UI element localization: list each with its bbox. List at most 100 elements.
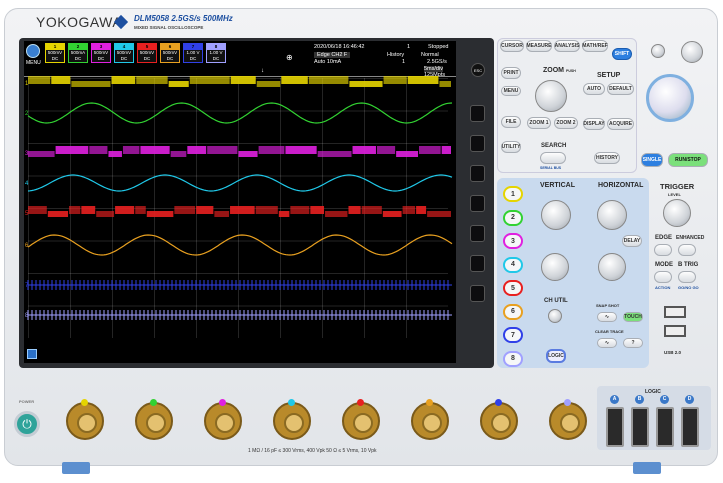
digital-segment [28, 76, 51, 84]
waveform-ch6 [27, 234, 453, 256]
cursor-button[interactable]: CURSOR [500, 40, 524, 52]
run-stop-button[interactable]: RUN/STOP [668, 153, 708, 167]
channel-color-dot-1 [81, 399, 88, 406]
digital-segment [196, 206, 214, 214]
default-button[interactable]: DEFAULT [607, 83, 634, 95]
bnc-input-8[interactable] [549, 402, 587, 440]
digital-segment [407, 76, 439, 84]
single-button[interactable]: SINGLE [641, 153, 663, 167]
horizontal-title: HORIZONTAL [598, 182, 644, 189]
channel-color-dot-3 [219, 399, 226, 406]
power-button[interactable]: ⏻ [14, 411, 40, 437]
digital-segment [214, 211, 230, 217]
digital-segment [310, 206, 325, 214]
channel-color-dot-6 [426, 399, 433, 406]
horizontal-scale-knob[interactable] [597, 200, 627, 230]
setup-label: SETUP [597, 72, 621, 79]
digital-segment [168, 81, 189, 87]
main-jog-knob[interactable] [646, 74, 694, 122]
channel-button-8[interactable]: 8 [503, 350, 523, 367]
bnc-input-1[interactable] [66, 402, 104, 440]
esc-key[interactable]: ESC [471, 63, 485, 77]
touch-icon[interactable] [27, 349, 37, 359]
bnc-input-5[interactable] [342, 402, 380, 440]
brand-logo: YOKOGAWA [36, 14, 123, 30]
trigger-level-knob[interactable] [663, 199, 691, 227]
digital-segment [349, 81, 383, 87]
usb-port-1[interactable] [664, 306, 686, 318]
digital-segment [136, 76, 168, 84]
logic-port-d[interactable] [681, 407, 699, 447]
softkey-2[interactable] [470, 135, 485, 152]
snapshot-button[interactable]: ∿ [597, 312, 617, 322]
digital-segment [348, 206, 361, 214]
vertical-position-knob[interactable] [541, 253, 569, 281]
channel-button-3[interactable]: 3 [503, 233, 523, 249]
btrig-button[interactable] [678, 271, 696, 283]
shift-button[interactable]: SHIFT [612, 48, 632, 60]
softkey-5[interactable] [470, 225, 485, 242]
ch-util-button[interactable] [548, 309, 562, 323]
bnc-input-2[interactable] [135, 402, 173, 440]
channel-button-2[interactable]: 2 [503, 209, 523, 226]
digital-segment [376, 146, 396, 154]
digital-segment [115, 206, 135, 214]
channel-button-6[interactable]: 6 [503, 303, 523, 320]
softkey-1[interactable] [470, 105, 485, 122]
channel-button-4[interactable]: 4 [503, 256, 523, 273]
file-button[interactable]: FILE [501, 116, 521, 128]
usb-port-2[interactable] [664, 325, 686, 337]
zoom2-button[interactable]: ZOOM 2 [554, 117, 578, 129]
softkey-6[interactable] [470, 255, 485, 272]
measure-button[interactable]: MEASURE [526, 40, 552, 52]
logic-port-c[interactable] [656, 407, 674, 447]
digital-segment [111, 76, 136, 84]
softkey-4[interactable] [470, 195, 485, 212]
print-button[interactable]: PRINT [501, 67, 521, 79]
bnc-input-7[interactable] [480, 402, 518, 440]
menu-button[interactable]: MENU [501, 86, 521, 96]
input-spec: 1 MΩ / 16 pF ≤ 300 Vrms, 400 Vpk 50 Ω ≤ … [248, 448, 377, 454]
vertical-scale-knob[interactable] [541, 200, 571, 230]
enhanced-button[interactable] [678, 244, 696, 256]
channel-button-7[interactable]: 7 [503, 327, 523, 343]
digital-segment [258, 146, 285, 154]
logic-port-b[interactable] [631, 407, 649, 447]
analysis-button[interactable]: ANALYSIS [554, 40, 580, 52]
bnc-input-4[interactable] [273, 402, 311, 440]
digital-segment [55, 146, 89, 154]
delay-button[interactable]: DELAY [622, 235, 642, 247]
channel-button-5[interactable]: 5 [503, 280, 523, 296]
bnc-input-3[interactable] [204, 402, 242, 440]
logic-button[interactable]: LOGIC [546, 349, 566, 363]
digital-segment [308, 76, 349, 84]
touch-button[interactable]: TOUCH [623, 312, 643, 322]
small-knob-1[interactable] [651, 44, 665, 58]
zoom-knob[interactable] [535, 80, 567, 112]
help-button[interactable]: ? [623, 338, 643, 348]
utility-button[interactable]: UTILITY [501, 141, 521, 153]
history-button[interactable]: HISTORY [594, 152, 620, 164]
bnc-input-6[interactable] [411, 402, 449, 440]
acquire-button[interactable]: ACQUIRE [607, 118, 634, 130]
clear-trace-button[interactable]: ∿ [597, 338, 617, 348]
digital-segment [51, 76, 71, 84]
digital-segment [108, 151, 122, 157]
btrig-label: B TRIG [678, 262, 699, 268]
display-button[interactable]: DISPLAY [583, 118, 605, 130]
logic-port-a[interactable] [606, 407, 624, 447]
zoom1-button[interactable]: ZOOM 1 [527, 117, 551, 129]
auto-button[interactable]: AUTO [583, 83, 605, 95]
edge-button[interactable] [654, 244, 672, 256]
horizontal-position-knob[interactable] [598, 253, 626, 281]
digital-segment [28, 151, 55, 157]
mode-button[interactable] [654, 271, 672, 283]
digital-segment [47, 211, 69, 217]
small-knob-2[interactable] [681, 41, 703, 63]
softkey-7[interactable] [470, 285, 485, 302]
go-nogo-label: GO/NO GO [678, 285, 699, 290]
softkey-3[interactable] [470, 165, 485, 182]
mathref-button[interactable]: MATH/REF [582, 40, 608, 52]
search-button[interactable] [540, 152, 566, 164]
channel-button-1[interactable]: 1 [503, 186, 523, 202]
